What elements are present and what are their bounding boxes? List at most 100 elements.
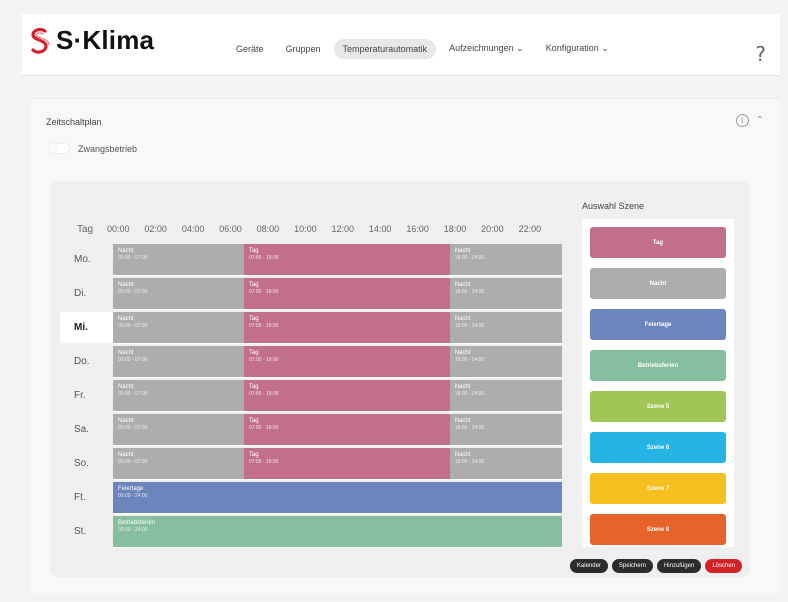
schedule-segment[interactable]: Tag 07:00 - 18:00	[243, 448, 450, 480]
chevron-up-icon[interactable]: ⌃	[756, 115, 764, 126]
scene-button[interactable]: Betriebsferien	[590, 350, 726, 381]
segment-name: Nacht	[454, 452, 471, 458]
schedule-segment[interactable]: Nacht 00:00 - 07:00	[113, 278, 244, 310]
schedule-segment[interactable]: Nacht 18:00 - 24:00	[449, 244, 562, 276]
time-header-label: 22:00	[518, 224, 542, 234]
action-button[interactable]: Löschen	[705, 559, 742, 573]
segment-time: 18:00 - 24:00	[454, 289, 485, 295]
day-column-header: Tag	[77, 224, 94, 235]
segment-name: Nacht	[118, 384, 134, 390]
segment-time: 18:00 - 24:00	[454, 391, 485, 397]
scene-button[interactable]: Szene 5	[590, 391, 726, 422]
segment-name: Nacht	[118, 248, 134, 254]
day-label[interactable]: Mo.	[60, 244, 116, 275]
day-label[interactable]: Di.	[60, 278, 116, 309]
scene-button[interactable]: Tag	[590, 227, 726, 258]
schedule-segment[interactable]: Nacht 00:00 - 07:00	[113, 244, 244, 276]
time-header-label: 06:00	[219, 224, 242, 234]
schedule-segment[interactable]: Tag 07:00 - 18:00	[243, 312, 450, 344]
segment-time: 00:00 - 07:00	[118, 459, 148, 465]
scene-button[interactable]: Szene 8	[590, 514, 726, 545]
segment-name: Nacht	[118, 350, 134, 356]
scene-button[interactable]: Szene 7	[590, 473, 726, 504]
segment-name: Feiertage	[118, 486, 144, 492]
main-nav: Geräte Gruppen Temperaturautomatik Aufze…	[227, 38, 622, 59]
scene-list: Tag Nacht Feiertage Betriebsferien Szene 5 Sz…	[582, 219, 734, 547]
schedule-segment[interactable]: Tag 07:00 - 18:00	[243, 414, 450, 446]
day-label[interactable]: Ft.	[60, 482, 116, 513]
scene-title: Auswahl Szene	[582, 201, 645, 211]
help-icon[interactable]: ?	[755, 42, 766, 66]
segment-name: Tag	[248, 418, 259, 424]
schedule-segment[interactable]: Tag 07:00 - 18:00	[243, 278, 450, 310]
scene-button[interactable]: Nacht	[590, 268, 726, 299]
s-logo-icon	[31, 27, 50, 54]
day-label[interactable]: Mi.	[60, 312, 116, 343]
card-title: Zeitschaltplan	[46, 117, 102, 127]
action-button[interactable]: Speichern	[611, 559, 653, 573]
segment-name: Nacht	[454, 248, 471, 254]
action-button[interactable]: Kalender	[569, 559, 608, 573]
time-header-label: 04:00	[181, 224, 205, 234]
schedule-segment[interactable]: Nacht 18:00 - 24:00	[449, 312, 562, 344]
scene-button[interactable]: Szene 6	[590, 432, 726, 463]
schedule-segment[interactable]: Tag 07:00 - 18:00	[243, 346, 450, 378]
schedule-segment[interactable]: Nacht 18:00 - 24:00	[449, 380, 562, 412]
force-mode-row: Zwangsbetrieb	[48, 143, 137, 154]
segment-time: 00:00 - 07:00	[118, 391, 148, 397]
segment-time: 07:00 - 18:00	[248, 255, 279, 261]
info-icon[interactable]: i	[735, 114, 749, 127]
schedule-segment[interactable]: Nacht 00:00 - 07:00	[113, 380, 244, 412]
schedule-segment[interactable]: Betriebsferien 00:00 - 24:00	[113, 516, 562, 548]
day-label[interactable]: Sa.	[60, 414, 116, 445]
schedule-card: Zeitschaltplan i ⌃ Zwangsbetrieb Tag 00:…	[30, 98, 780, 594]
segment-name: Nacht	[118, 316, 134, 322]
time-header-label: 12:00	[331, 224, 355, 234]
schedule-segment[interactable]: Nacht 18:00 - 24:00	[449, 414, 562, 446]
app-header: S·Klima Geräte Gruppen Temperaturautomat…	[22, 14, 780, 76]
segment-time: 07:00 - 18:00	[248, 425, 279, 431]
day-label[interactable]: St.	[60, 516, 116, 547]
segment-name: Nacht	[454, 384, 471, 390]
schedule-segment[interactable]: Nacht 18:00 - 24:00	[449, 448, 562, 480]
schedule-segment[interactable]: Nacht 18:00 - 24:00	[449, 278, 562, 310]
time-header-label: 18:00	[443, 224, 467, 234]
schedule-segment[interactable]: Nacht 00:00 - 07:00	[113, 346, 244, 378]
brand-name: S·Klima	[56, 25, 155, 55]
card-controls: i ⌃	[735, 114, 764, 127]
segment-name: Tag	[248, 316, 259, 322]
brand-logo[interactable]: S·Klima	[30, 25, 154, 56]
nav-gruppen[interactable]: Gruppen	[277, 39, 330, 59]
action-button[interactable]: Hinzufügen	[656, 559, 702, 573]
nav-konfiguration[interactable]: Konfiguration ⌄	[537, 38, 618, 59]
schedule-panel: Tag 00:00 02:00 04:00 06:00 08:00 10:00 12:00 1…	[50, 181, 750, 577]
schedule-segment[interactable]: Nacht 00:00 - 07:00	[113, 414, 244, 446]
schedule-segment[interactable]: Tag 07:00 - 18:00	[243, 380, 450, 412]
time-header-label: 02:00	[144, 224, 167, 234]
scene-button[interactable]: Feiertage	[590, 309, 726, 340]
day-label[interactable]: So.	[60, 448, 116, 479]
schedule-segment[interactable]: Feiertage 00:00 - 24:00	[113, 482, 562, 514]
nav-temperaturautomatik[interactable]: Temperaturautomatik	[333, 38, 437, 59]
segment-name: Nacht	[454, 282, 471, 288]
segment-name: Nacht	[118, 282, 134, 288]
segment-time: 18:00 - 24:00	[454, 255, 485, 261]
segment-time: 07:00 - 18:00	[248, 289, 279, 295]
nav-aufzeichnungen[interactable]: Aufzeichnungen ⌄	[440, 38, 533, 59]
time-header-label: 08:00	[256, 224, 280, 234]
segment-time: 00:00 - 07:00	[118, 255, 148, 261]
segment-time: 07:00 - 18:00	[248, 323, 279, 329]
schedule-segment[interactable]: Tag 07:00 - 18:00	[243, 244, 450, 276]
schedule-segment[interactable]: Nacht 18:00 - 24:00	[449, 346, 562, 378]
segment-name: Nacht	[118, 452, 134, 458]
segment-time: 18:00 - 24:00	[454, 459, 485, 465]
nav-geraete[interactable]: Geräte	[227, 39, 273, 59]
force-mode-toggle[interactable]	[48, 143, 70, 154]
schedule-segment[interactable]: Nacht 00:00 - 07:00	[113, 312, 244, 344]
segment-name: Nacht	[454, 316, 471, 322]
segment-time: 00:00 - 24:00	[118, 493, 148, 499]
day-label[interactable]: Do.	[60, 346, 116, 377]
schedule-segment[interactable]: Nacht 00:00 - 07:00	[113, 448, 244, 480]
segment-time: 00:00 - 24:00	[118, 527, 148, 533]
day-label[interactable]: Fr.	[60, 380, 116, 411]
